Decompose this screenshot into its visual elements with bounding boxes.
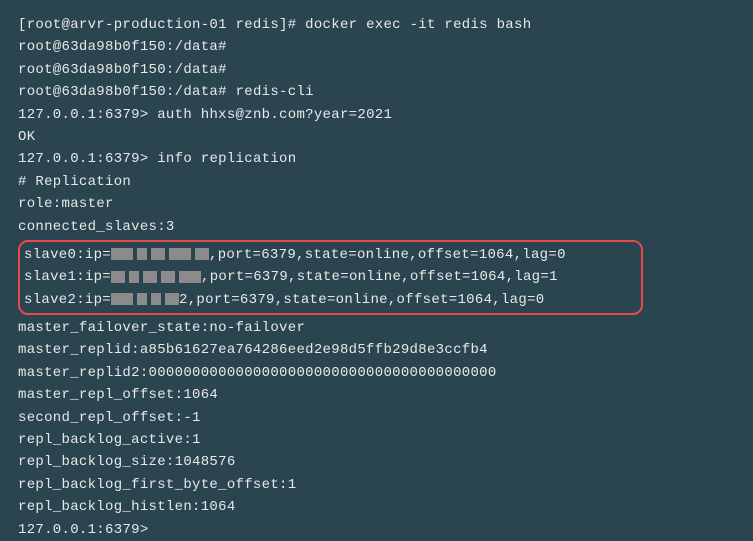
redis-prompt: 127.0.0.1:6379> (18, 107, 157, 123)
terminal-line: repl_backlog_first_byte_offset:1 (18, 474, 735, 496)
terminal-line: role:master (18, 193, 735, 215)
slave-info-line: slave2:ip= 2,port=6379,state=online,offse… (24, 289, 637, 311)
slave-info-line: slave1:ip= ,port=6379,state=online,offset… (24, 266, 637, 288)
redacted-ip (111, 271, 201, 283)
output-text: 2 (179, 292, 188, 308)
shell-prompt: [root@arvr-production-01 redis]# (18, 17, 305, 33)
command-text: docker exec -it redis bash (305, 17, 531, 33)
highlighted-slaves-box: slave0:ip= ,port=6379,state=online,offset… (18, 240, 643, 315)
terminal-line: 127.0.0.1:6379> auth hhxs@znb.com?year=2… (18, 104, 735, 126)
slave-info-line: slave0:ip= ,port=6379,state=online,offset… (24, 244, 637, 266)
terminal-line: root@63da98b0f150:/data# (18, 59, 735, 81)
output-text: slave0:ip= (24, 247, 111, 263)
terminal-line: # Replication (18, 171, 735, 193)
output-text: ,port=6379,state=online,offset=1064,lag=… (188, 292, 545, 308)
command-text: redis-cli (236, 84, 314, 100)
terminal-line: second_repl_offset:-1 (18, 407, 735, 429)
redacted-ip (111, 293, 179, 305)
command-text: auth hhxs@znb.com?year=2021 (157, 107, 392, 123)
terminal-line: [root@arvr-production-01 redis]# docker … (18, 14, 735, 36)
terminal-line: root@63da98b0f150:/data# redis-cli (18, 81, 735, 103)
output-text: ,port=6379,state=online,offset=1064,lag=… (201, 269, 558, 285)
terminal-line: master_replid:a85b61627ea764286eed2e98d5… (18, 339, 735, 361)
terminal-line: repl_backlog_histlen:1064 (18, 496, 735, 518)
terminal-line: root@63da98b0f150:/data# (18, 36, 735, 58)
output-text: slave1:ip= (24, 269, 111, 285)
terminal-line: master_repl_offset:1064 (18, 384, 735, 406)
terminal-line: master_replid2:0000000000000000000000000… (18, 362, 735, 384)
terminal-line: connected_slaves:3 (18, 216, 735, 238)
terminal-line: OK (18, 126, 735, 148)
output-text: ,port=6379,state=online,offset=1064,lag=… (209, 247, 566, 263)
terminal-line: repl_backlog_size:1048576 (18, 451, 735, 473)
redis-prompt: 127.0.0.1:6379> (18, 151, 157, 167)
terminal-line: repl_backlog_active:1 (18, 429, 735, 451)
redacted-ip (111, 248, 209, 260)
terminal-line: master_failover_state:no-failover (18, 317, 735, 339)
terminal-input-line[interactable]: 127.0.0.1:6379> (18, 519, 735, 541)
command-text: info replication (157, 151, 296, 167)
shell-prompt: root@63da98b0f150:/data# (18, 84, 236, 100)
output-text: slave2:ip= (24, 292, 111, 308)
terminal-line: 127.0.0.1:6379> info replication (18, 148, 735, 170)
